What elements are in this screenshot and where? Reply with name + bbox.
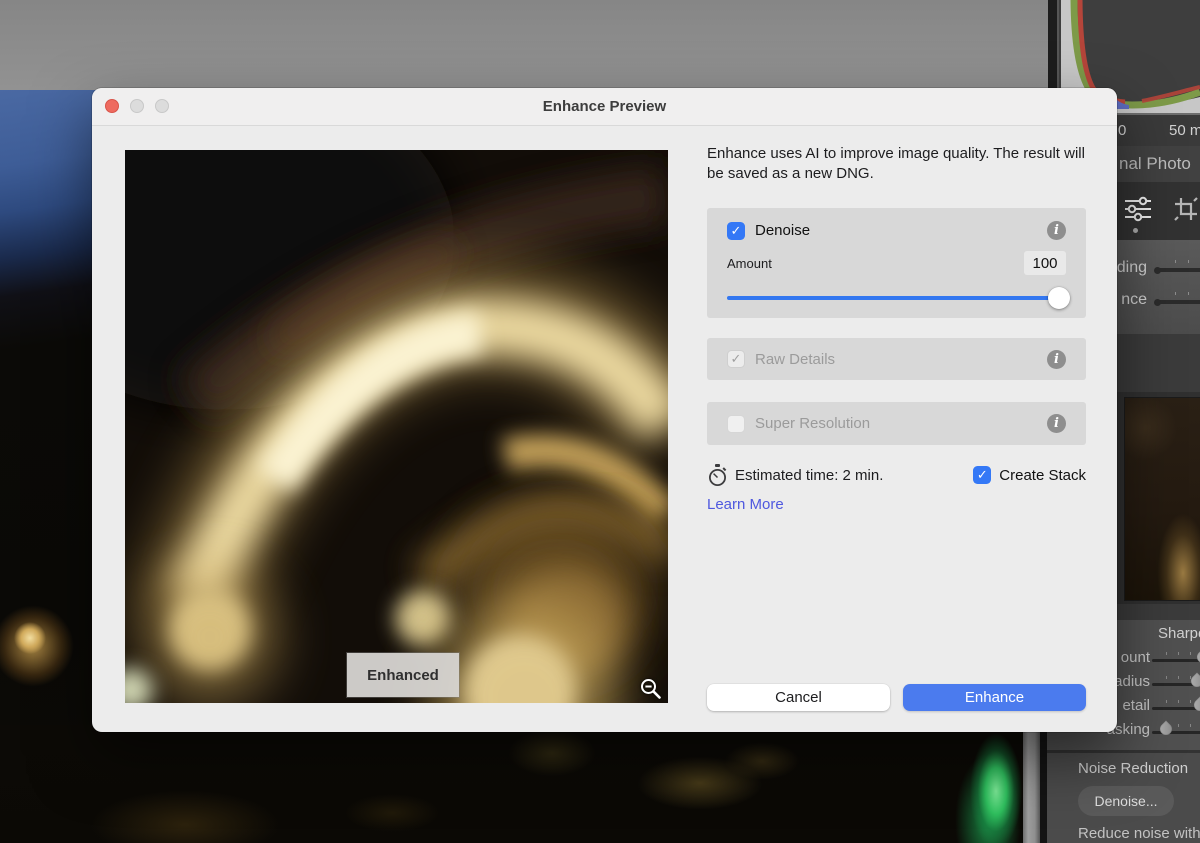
create-stack-checkbox[interactable]: ✓ [973,466,991,484]
slider-ticks [1163,260,1200,263]
amount-slider[interactable] [727,287,1066,309]
crop-icon[interactable] [1173,196,1199,222]
amount-value-field[interactable]: 100 [1024,251,1066,275]
dialog-title: Enhance Preview [92,88,1117,125]
amount-slider-thumb[interactable] [1048,287,1070,309]
denoise-checkbox[interactable]: ✓ [727,222,745,240]
amount-label: Amount [727,256,772,271]
exif-left: 0 [1118,115,1126,146]
detail-preview-thumbnail[interactable] [1124,397,1200,601]
slider-track[interactable] [1152,731,1200,734]
check-icon: ✓ [731,223,742,239]
enhanced-badge: Enhanced [347,653,459,697]
info-glyph: i [1054,352,1059,367]
preview-photo [125,150,668,703]
slider-track[interactable] [1157,268,1200,272]
slider-track[interactable] [1157,300,1200,304]
sharpen-slider-label: etail [1122,696,1150,716]
sharpen-slider-label: adius [1114,672,1150,692]
learn-more-link[interactable]: Learn More [707,496,784,513]
slider-ticks [1163,292,1200,295]
noise-reduction-caption: Reduce noise with A [1078,825,1200,842]
create-stack-label: Create Stack [999,467,1086,484]
noise-reduction-section: Noise Reduction Denoise... Reduce noise … [1047,753,1200,843]
slider-label: nce [1121,288,1147,312]
dialog-titlebar[interactable]: Enhance Preview [92,88,1117,126]
background-gray-bar [0,0,1048,90]
denoise-section: ✓ Denoise i Amount 100 [707,208,1086,318]
zoom-out-icon[interactable] [639,677,663,701]
slider-track[interactable] [1152,707,1200,710]
slider-track[interactable] [1152,659,1200,662]
dialog-description: Enhance uses AI to improve image quality… [707,144,1086,184]
photo-type-label: nal Photo [1119,146,1191,182]
screen: 0 50 mm nal Photo ding [0,0,1200,843]
info-glyph: i [1054,223,1059,238]
estimated-time-row: Estimated time: 2 min. ✓ Create Stack [707,464,1086,486]
background-photo-bottom [0,725,1023,843]
info-glyph: i [1054,416,1059,431]
dialog-buttons: Cancel Enhance [707,684,1086,711]
amount-slider-track[interactable] [727,296,1062,300]
raw-details-checkbox: ✓ [727,350,745,368]
info-icon[interactable]: i [1047,221,1066,240]
enhance-button[interactable]: Enhance [903,684,1086,711]
active-tool-dot [1133,228,1138,233]
info-icon[interactable]: i [1047,350,1066,369]
sharpening-title: Sharpe [1158,625,1200,642]
enhance-preview-dialog: Enhance Preview [92,88,1117,732]
info-icon[interactable]: i [1047,414,1066,433]
slider-ticks [1155,652,1200,655]
sharpen-slider-label: ount [1121,648,1150,668]
super-resolution-section: Super Resolution i [707,402,1086,445]
check-icon: ✓ [977,467,988,483]
slider-label: ding [1117,256,1147,280]
raw-details-label: Raw Details [755,351,835,368]
raw-details-section: ✓ Raw Details i [707,338,1086,380]
cancel-button[interactable]: Cancel [707,684,890,711]
noise-reduction-title: Noise Reduction [1078,760,1188,777]
super-resolution-checkbox [727,415,745,433]
denoise-label: Denoise [755,222,810,239]
edit-sliders-icon[interactable] [1123,195,1153,223]
super-resolution-label: Super Resolution [755,415,870,432]
check-icon: ✓ [731,351,742,367]
denoise-button[interactable]: Denoise... [1078,786,1174,816]
exif-focal-length: 50 mm [1169,115,1200,146]
estimated-time-text: Estimated time: 2 min. [735,467,883,484]
enhance-preview-image[interactable]: Enhanced [125,150,668,703]
stopwatch-icon [707,464,728,487]
